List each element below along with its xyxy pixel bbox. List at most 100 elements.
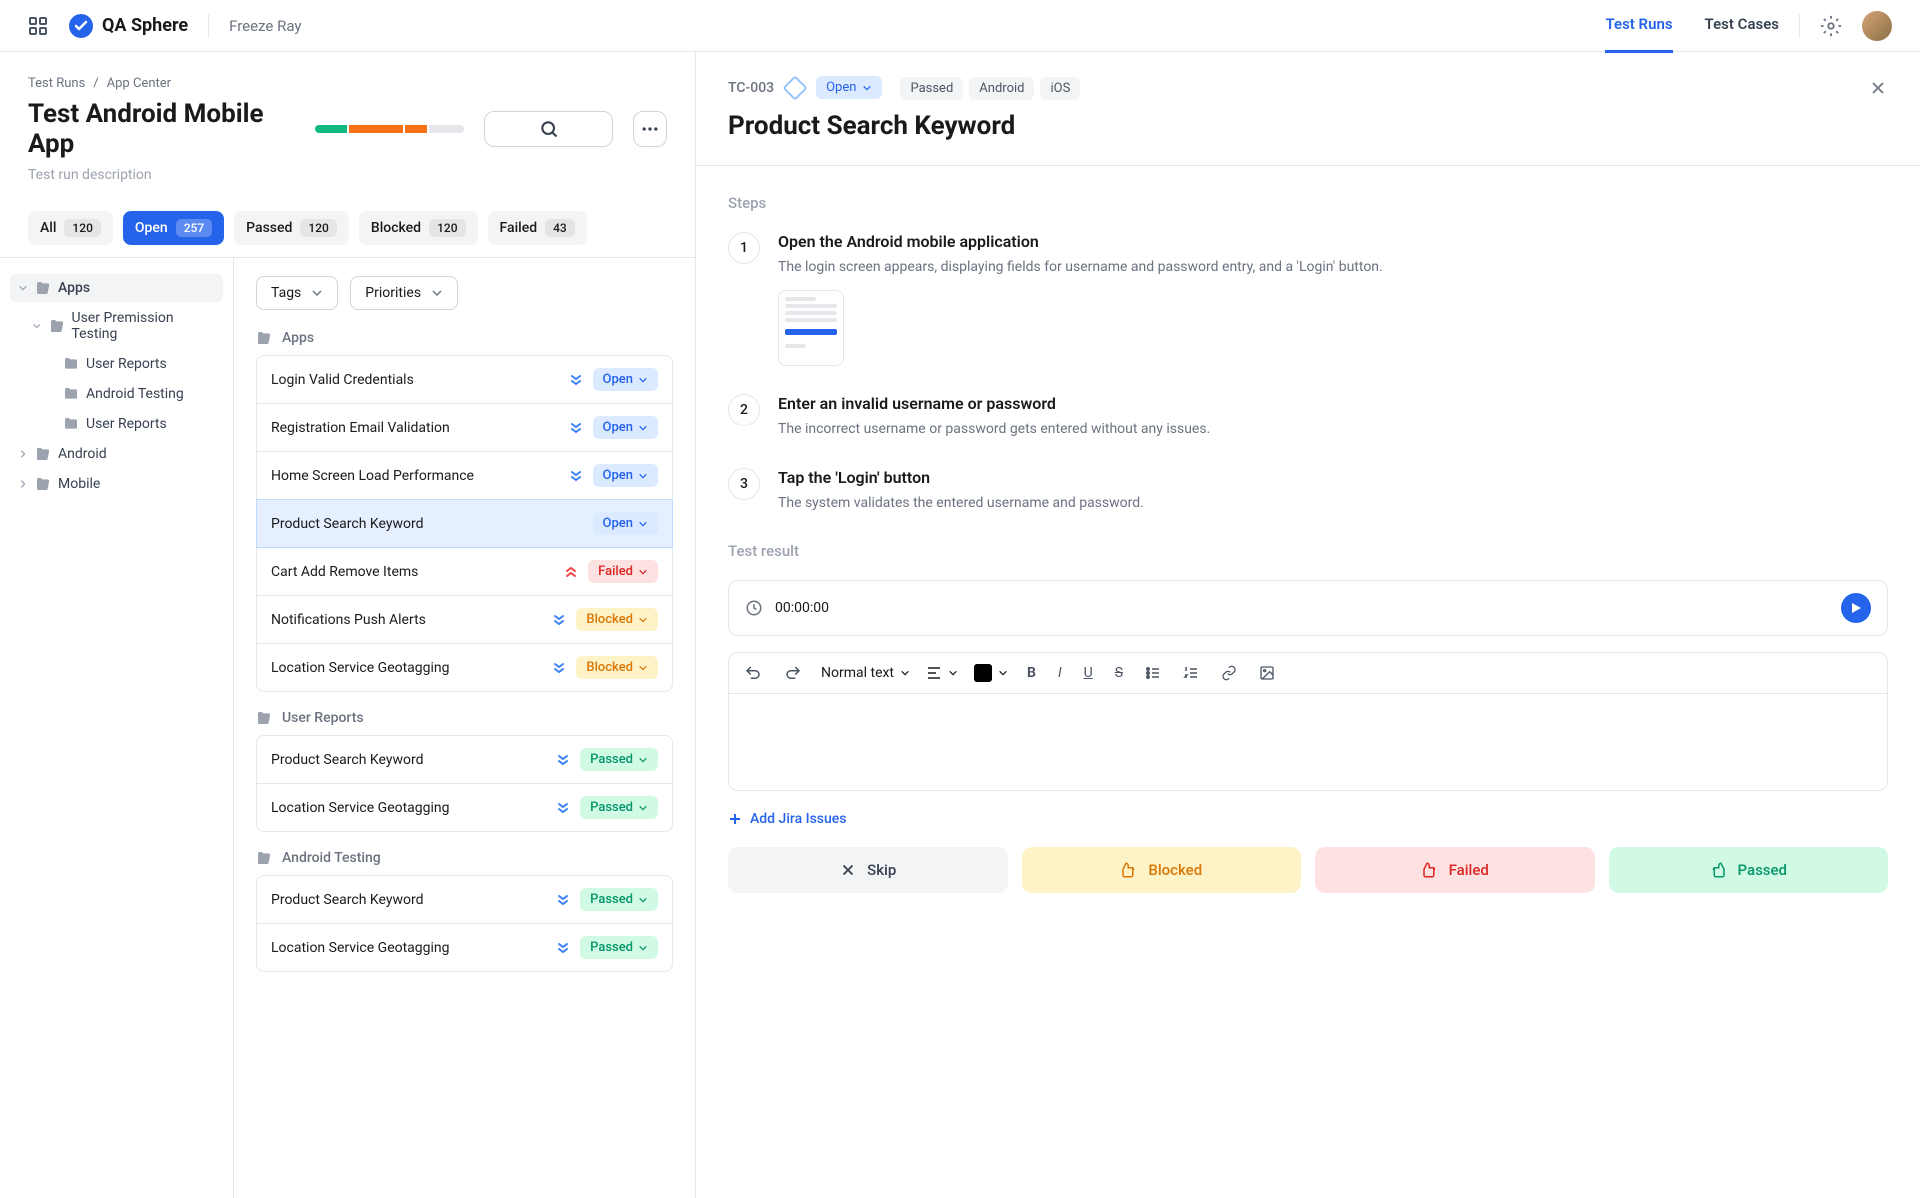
link-button[interactable] xyxy=(1218,662,1240,684)
status-pill[interactable]: Blocked xyxy=(576,656,658,679)
case-row[interactable]: Registration Email ValidationOpen xyxy=(256,403,673,452)
undo-button[interactable] xyxy=(741,661,765,685)
plus-icon xyxy=(728,812,742,826)
chevron-down-icon xyxy=(638,567,648,577)
case-row[interactable]: Home Screen Load PerformanceOpen xyxy=(256,451,673,500)
status-pill[interactable]: Failed xyxy=(588,560,658,583)
status-pill[interactable]: Open xyxy=(593,416,658,439)
breadcrumb-link[interactable]: Test Runs xyxy=(28,76,85,91)
tree-node[interactable]: User Reports xyxy=(10,410,223,438)
tags-filter[interactable]: Tags xyxy=(256,276,338,310)
project-name[interactable]: Freeze Ray xyxy=(229,17,301,35)
filter-open[interactable]: Open257 xyxy=(123,211,224,245)
status-pill[interactable]: Passed xyxy=(580,936,658,959)
tree-node[interactable]: Apps xyxy=(10,274,223,302)
case-row[interactable]: Login Valid CredentialsOpen xyxy=(256,355,673,404)
priority-icon xyxy=(782,75,807,100)
tree-node[interactable]: User Reports xyxy=(10,350,223,378)
case-row[interactable]: Product Search KeywordPassed xyxy=(256,875,673,924)
color-swatch xyxy=(974,664,992,682)
tag-pill[interactable]: iOS xyxy=(1040,77,1080,100)
add-jira-button[interactable]: Add Jira Issues xyxy=(728,811,1888,827)
case-row[interactable]: Location Service GeotaggingPassed xyxy=(256,923,673,972)
tag-pill[interactable]: Android xyxy=(969,77,1034,100)
status-pill[interactable]: Open xyxy=(593,464,658,487)
tree-node[interactable]: Android Testing xyxy=(10,380,223,408)
play-button[interactable] xyxy=(1841,593,1871,623)
case-row[interactable]: Location Service GeotaggingPassed xyxy=(256,783,673,832)
filter-passed[interactable]: Passed120 xyxy=(234,211,349,245)
logo[interactable]: QA Sphere xyxy=(68,13,188,39)
step-title: Tap the 'Login' button xyxy=(778,468,1888,487)
breadcrumb: Test Runs/App Center xyxy=(28,76,667,91)
status-pill[interactable]: Passed xyxy=(580,748,658,771)
priorities-filter[interactable]: Priorities xyxy=(350,276,458,310)
number-list-button[interactable] xyxy=(1180,662,1202,684)
nav-tab-test-runs[interactable]: Test Runs xyxy=(1605,0,1672,53)
status-pill[interactable]: Open xyxy=(593,512,658,535)
chevron-down-icon xyxy=(862,83,872,93)
priority-low-icon xyxy=(552,661,566,675)
chevron-down-icon xyxy=(638,423,648,433)
user-avatar[interactable] xyxy=(1862,11,1892,41)
step-number: 3 xyxy=(728,468,760,500)
filter-blocked[interactable]: Blocked120 xyxy=(359,211,478,245)
group-header[interactable]: Apps xyxy=(256,330,673,346)
step-number: 2 xyxy=(728,394,760,426)
search-icon xyxy=(539,119,559,139)
tree-node[interactable]: Android xyxy=(10,440,223,468)
case-row[interactable]: Cart Add Remove ItemsFailed xyxy=(256,547,673,596)
folder-tree: AppsUser Premission TestingUser ReportsA… xyxy=(0,258,234,1198)
settings-icon[interactable] xyxy=(1820,15,1842,37)
bold-button[interactable]: B xyxy=(1024,662,1039,684)
divider xyxy=(1799,14,1800,38)
step-screenshot[interactable] xyxy=(778,290,844,366)
step: 2Enter an invalid username or passwordTh… xyxy=(728,394,1888,440)
chevron-down-icon xyxy=(431,287,443,299)
breadcrumb-link[interactable]: App Center xyxy=(107,76,171,91)
step-desc: The system validates the entered usernam… xyxy=(778,493,1888,514)
more-button[interactable] xyxy=(633,111,667,147)
color-select[interactable] xyxy=(974,664,1008,682)
skip-button[interactable]: Skip xyxy=(728,847,1008,893)
chevron-down-icon xyxy=(638,943,648,953)
italic-button[interactable]: I xyxy=(1055,662,1065,684)
failed-button[interactable]: Failed xyxy=(1315,847,1595,893)
strike-button[interactable]: S xyxy=(1112,662,1126,684)
close-button[interactable] xyxy=(1868,78,1888,98)
case-row[interactable]: Product Search KeywordOpen xyxy=(256,499,673,548)
case-row[interactable]: Product Search KeywordPassed xyxy=(256,735,673,784)
status-pill[interactable]: Open xyxy=(593,368,658,391)
image-button[interactable] xyxy=(1256,662,1278,684)
status-pill[interactable]: Passed xyxy=(580,796,658,819)
step: 1Open the Android mobile applicationThe … xyxy=(728,232,1888,366)
case-row[interactable]: Notifications Push AlertsBlocked xyxy=(256,595,673,644)
status-pill[interactable]: Passed xyxy=(580,888,658,911)
close-icon xyxy=(1868,78,1888,98)
redo-button[interactable] xyxy=(781,661,805,685)
underline-button[interactable]: U xyxy=(1081,662,1096,684)
steps-heading: Steps xyxy=(728,194,1888,212)
tree-node[interactable]: Mobile xyxy=(10,470,223,498)
group-header[interactable]: Android Testing xyxy=(256,850,673,866)
filter-all[interactable]: All120 xyxy=(28,211,113,245)
app-switcher-icon[interactable] xyxy=(28,16,48,36)
status-pill[interactable]: Open xyxy=(816,76,882,99)
bullet-list-button[interactable] xyxy=(1142,662,1164,684)
chevron-down-icon xyxy=(638,803,648,813)
case-row[interactable]: Location Service GeotaggingBlocked xyxy=(256,643,673,692)
logo-text: QA Sphere xyxy=(102,15,188,36)
passed-button[interactable]: Passed xyxy=(1609,847,1889,893)
group-header[interactable]: User Reports xyxy=(256,710,673,726)
timer-value: 00:00:00 xyxy=(775,600,829,616)
blocked-button[interactable]: Blocked xyxy=(1022,847,1302,893)
nav-tab-test-cases[interactable]: Test Cases xyxy=(1705,0,1779,53)
editor-textarea[interactable] xyxy=(729,694,1887,790)
status-pill[interactable]: Blocked xyxy=(576,608,658,631)
tag-pill[interactable]: Passed xyxy=(900,77,963,100)
search-input[interactable] xyxy=(484,111,614,147)
text-style-select[interactable]: Normal text xyxy=(821,665,910,681)
filter-failed[interactable]: Failed43 xyxy=(488,211,587,245)
tree-node[interactable]: User Premission Testing xyxy=(10,304,223,348)
align-select[interactable] xyxy=(926,665,958,681)
